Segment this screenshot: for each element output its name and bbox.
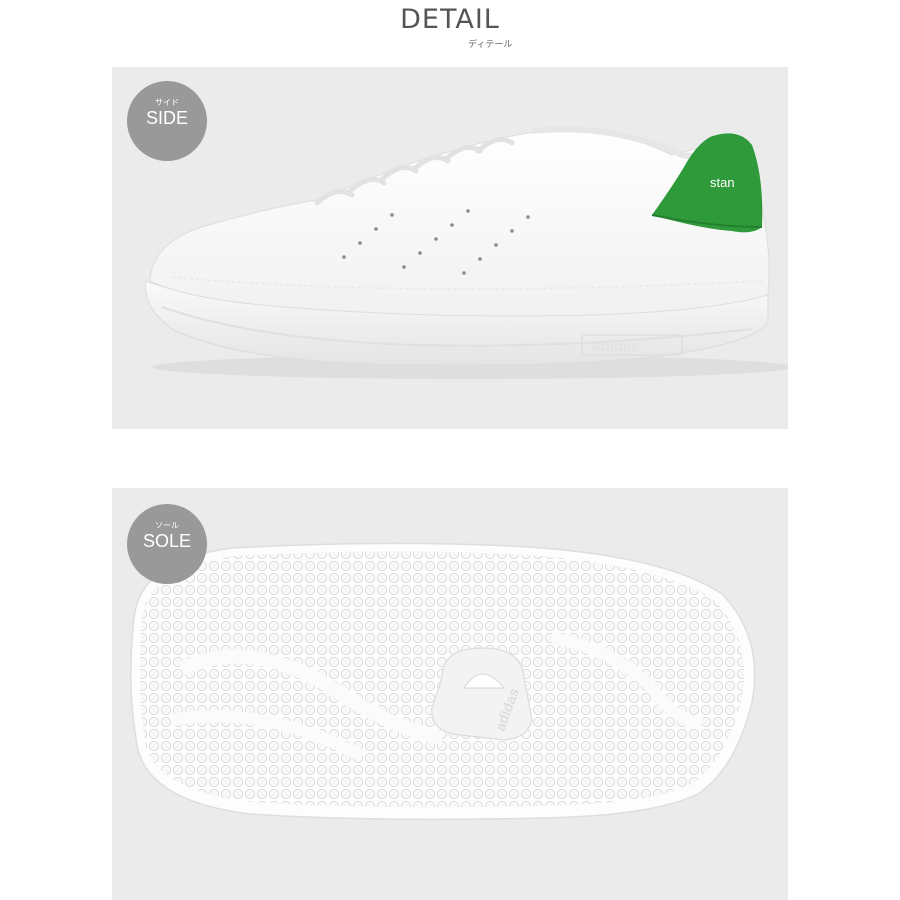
sole-view-panel: adidas ソール SOLE [112, 488, 788, 900]
sole-badge-small-text: ソール [155, 521, 179, 530]
page-subtitle: ディテール [468, 39, 513, 49]
heel-tab-text: stan [710, 175, 735, 190]
side-badge-small-text: サイド [155, 98, 179, 107]
sole-badge: ソール SOLE [127, 504, 207, 584]
side-view-panel: stan adidas サイド SIDE [112, 67, 788, 429]
side-badge: サイド SIDE [127, 81, 207, 161]
sole-shoe-image: adidas [130, 542, 756, 821]
detail-header: DETAIL ディテール [0, 0, 900, 60]
sole-badge-label: SOLE [142, 531, 192, 551]
sidewall-brand-text: adidas [592, 338, 640, 355]
side-badge-label: SIDE [145, 108, 188, 128]
side-shoe-image: stan adidas [145, 126, 788, 379]
page-title: DETAIL [400, 4, 500, 35]
